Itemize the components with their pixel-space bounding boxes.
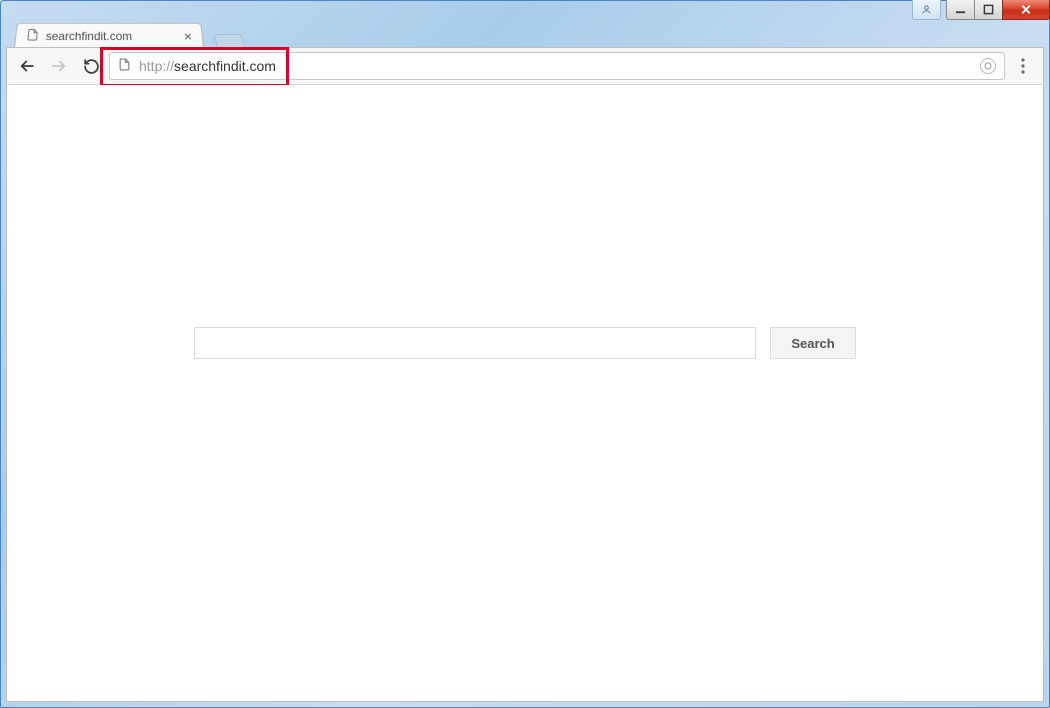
search-input[interactable] bbox=[194, 327, 756, 359]
omnibox-action-icon[interactable] bbox=[980, 58, 996, 74]
browser-tab-active[interactable]: searchfindit.com × bbox=[14, 23, 204, 48]
minimize-icon bbox=[955, 4, 966, 15]
back-button[interactable] bbox=[13, 52, 41, 80]
address-bar[interactable]: http://searchfindit.com bbox=[109, 52, 1005, 80]
forward-button[interactable] bbox=[45, 52, 73, 80]
tab-title: searchfindit.com bbox=[45, 29, 178, 43]
search-button[interactable]: Search bbox=[770, 327, 856, 359]
arrow-left-icon bbox=[18, 57, 36, 75]
close-icon bbox=[1020, 4, 1032, 15]
url-host: searchfindit.com bbox=[174, 58, 276, 74]
arrow-right-icon bbox=[50, 57, 68, 75]
tab-close-button[interactable]: × bbox=[183, 29, 192, 43]
kebab-icon bbox=[1021, 58, 1025, 74]
reload-icon bbox=[83, 58, 100, 75]
site-info-icon[interactable] bbox=[118, 57, 131, 75]
reload-button[interactable] bbox=[77, 52, 105, 80]
tab-strip: searchfindit.com × bbox=[14, 22, 1044, 48]
page-viewport: Search bbox=[6, 85, 1044, 702]
browser-toolbar: http://searchfindit.com bbox=[6, 47, 1044, 85]
window-maximize-button[interactable] bbox=[974, 0, 1003, 20]
browser-menu-button[interactable] bbox=[1009, 52, 1037, 80]
user-account-button[interactable] bbox=[912, 0, 941, 20]
page-icon bbox=[25, 27, 39, 44]
search-form: Search bbox=[194, 327, 856, 359]
window-controls bbox=[912, 0, 1050, 20]
user-icon bbox=[921, 4, 932, 15]
url-scheme: http:// bbox=[139, 58, 174, 74]
window-close-button[interactable] bbox=[1002, 0, 1050, 20]
window-minimize-button[interactable] bbox=[946, 0, 975, 20]
maximize-icon bbox=[983, 4, 994, 15]
